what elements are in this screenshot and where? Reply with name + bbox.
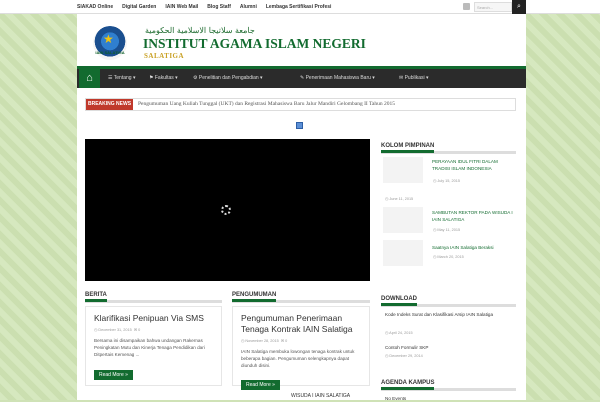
breaking-label: BREAKING NEWS [86,99,133,110]
kolom-item-1[interactable]: PERAYAAN IDUL FITRI DALAM TRADISI ISLAM … [432,158,517,172]
top-nav-blog-staff[interactable]: Blog Staff [207,4,231,10]
agenda-empty: No Events [385,396,407,401]
nav-tentang[interactable]: ☰ Tentang ▾ [108,69,135,88]
berita-title[interactable]: Klarifikasi Penipuan Via SMS [94,313,219,324]
nav-pmb[interactable]: ✎ Penerimaan Mahasiswa Baru ▾ [300,69,375,88]
top-nav-webmail[interactable]: IAIN Web Mail [165,4,198,10]
kolom-date-1: ◷ July 15, 2015 [433,179,460,183]
top-nav: SIAKAD Online Digital Garden IAIN Web Ma… [77,0,340,14]
pengumuman-next-link[interactable]: WISUDA I IAIN SALATIGA [291,393,350,399]
berita-meta: ◷ December 31, 2015 ✉ 0 [94,328,141,332]
main-nav: ⌂ ☰ Tentang ▾ ⚑ Fakultas ▾ ⚙ Penelitian … [77,66,526,88]
berita-heading: BERITA [85,291,222,303]
top-nav-alumni[interactable]: Alumni [240,4,257,10]
download-date-1: ◷ April 24, 2015 [385,331,413,335]
kolom-heading: KOLOM PIMPINAN [381,142,516,154]
download-heading: DOWNLOAD [381,295,516,307]
pengumuman-meta: ◷ November 28, 2015 ✉ 0 [241,339,288,343]
search-input[interactable]: Search... [474,2,512,12]
nav-fakultas[interactable]: ⚑ Fakultas ▾ [149,69,178,88]
top-nav-lsp[interactable]: Lembaga Sertifikasi Profesi [266,4,332,10]
pengumuman-excerpt: IAIN Salatiga membuka lowongan tenaga ko… [241,349,355,369]
agenda-heading: AGENDA KAMPUS [381,379,516,391]
pengumuman-title[interactable]: Pengumuman Penerimaan Tenaga Kontrak IAI… [241,313,367,335]
breaking-text[interactable]: Pengumuman Uang Kuliah Tunggal (UKT) dan… [138,101,395,107]
kolom-thumb-1[interactable] [383,157,423,183]
search-icon[interactable]: ⌕ [512,0,526,14]
berita-excerpt: Bersama ini disampaikan bahwa undangan R… [94,338,205,358]
download-item-2[interactable]: Contoh Formulir SKP [385,344,513,351]
top-bar: SIAKAD Online Digital Garden IAIN Web Ma… [0,0,600,14]
pengumuman-read-more[interactable]: Read More » [241,380,280,390]
nav-publikasi[interactable]: ✉ Publikasi ▾ [399,69,429,88]
kolom-date-3: ◷ May 11, 2015 [433,228,461,232]
loading-icon [221,205,231,215]
top-nav-digital-garden[interactable]: Digital Garden [122,4,156,10]
logo-label: IAIN SALATIGA [95,50,125,55]
pengumuman-heading: PENGUMUMAN [232,291,370,303]
kolom-item-4[interactable]: Saatnya IAIN Salatiga Beraksi [432,244,517,251]
download-item-1[interactable]: Kode Indeks Surat dan Klasifikasi Arsip … [385,311,513,318]
rss-icon[interactable] [463,3,470,10]
kolom-thumb-4[interactable] [383,240,423,266]
kolom-item-3[interactable]: SAMBUTAN REKTOR PADA WISUDA I IAIN SALAT… [432,209,517,223]
site-title[interactable]: INSTITUT AGAMA ISLAM NEGERI [143,36,366,52]
site-title-arabic: جامعة سلاتيجا الاسلامية الحكومية [145,26,255,35]
main-container: ★ IAIN SALATIGA جامعة سلاتيجا الاسلامية … [77,14,526,401]
star-icon: ★ [103,32,114,46]
download-date-2: ◷ December 29, 2014 [385,354,423,358]
home-icon[interactable]: ⌂ [79,69,100,88]
top-nav-siakad[interactable]: SIAKAD Online [77,4,113,10]
logo[interactable]: ★ IAIN SALATIGA [93,26,127,60]
site-subtitle: SALATIGA [144,52,185,60]
video-player[interactable] [85,139,370,281]
breaking-news: BREAKING NEWS Pengumuman Uang Kuliah Tun… [85,98,516,111]
nav-penelitian[interactable]: ⚙ Penelitian dan Pengabdian ▾ [193,69,263,88]
banner-icon[interactable] [296,122,303,129]
kolom-date-2: ◷ June 11, 2015 [385,197,414,201]
kolom-thumb-3[interactable] [383,207,423,233]
berita-read-more[interactable]: Read More » [94,370,133,380]
kolom-date-4: ◷ March 20, 2015 [433,255,464,259]
